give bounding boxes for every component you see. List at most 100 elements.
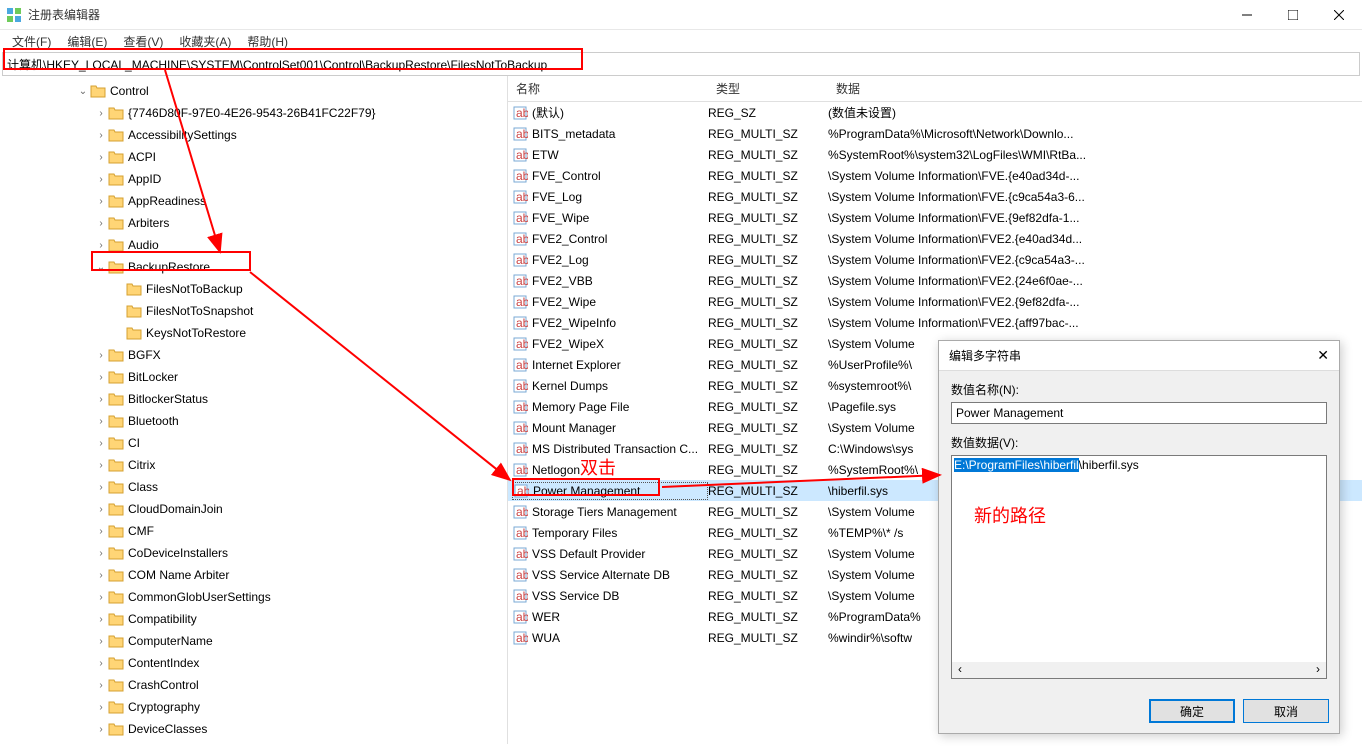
tree-node-label[interactable]: CommonGlobUserSettings	[128, 590, 271, 604]
tree-node-label[interactable]: COM Name Arbiter	[128, 568, 229, 582]
expander-icon[interactable]: ›	[94, 548, 108, 559]
close-icon[interactable]: ✕	[1317, 347, 1329, 364]
expander-icon[interactable]: ›	[94, 152, 108, 163]
value-name: VSS Service Alternate DB	[532, 568, 670, 582]
expander-icon[interactable]: ›	[94, 658, 108, 669]
expander-icon[interactable]: ›	[94, 724, 108, 735]
tree-node-label[interactable]: DeviceClasses	[128, 722, 207, 736]
tree-node-label[interactable]: Arbiters	[128, 216, 169, 230]
tree-pane[interactable]: ⌄ Control › {7746D80F-97E0-4E26-9543-26B4…	[0, 76, 508, 744]
tree-node-label[interactable]: FilesNotToBackup	[146, 282, 243, 296]
list-row[interactable]: abFVE_LogREG_MULTI_SZ\System Volume Info…	[508, 186, 1362, 207]
value-type: REG_MULTI_SZ	[708, 316, 828, 330]
expander-icon[interactable]: ›	[94, 438, 108, 449]
tree-node-label[interactable]: Class	[128, 480, 158, 494]
string-value-icon: ab	[512, 294, 528, 310]
value-type: REG_MULTI_SZ	[708, 568, 828, 582]
scroll-left-icon[interactable]: ‹	[952, 662, 968, 678]
expander-icon[interactable]: ›	[94, 680, 108, 691]
maximize-button[interactable]	[1270, 0, 1316, 30]
menu-help[interactable]: 帮助(H)	[239, 31, 296, 52]
tree-node-label[interactable]: BGFX	[128, 348, 161, 362]
close-button[interactable]	[1316, 0, 1362, 30]
expander-icon[interactable]: ›	[94, 108, 108, 119]
tree-node-label[interactable]: AppID	[128, 172, 161, 186]
column-data[interactable]: 数据	[828, 76, 1362, 101]
ok-button[interactable]: 确定	[1149, 699, 1235, 723]
tree-node-label[interactable]: CoDeviceInstallers	[128, 546, 228, 560]
tree-node-label[interactable]: ACPI	[128, 150, 156, 164]
expander-icon[interactable]: ›	[94, 240, 108, 251]
horizontal-scrollbar[interactable]: ‹ ›	[952, 662, 1326, 678]
tree-node-label[interactable]: {7746D80F-97E0-4E26-9543-26B41FC22F79}	[128, 106, 376, 120]
list-row[interactable]: ab(默认)REG_SZ(数值未设置)	[508, 102, 1362, 123]
tree-node-label[interactable]: AppReadiness	[128, 194, 206, 208]
list-row[interactable]: abBITS_metadataREG_MULTI_SZ%ProgramData%…	[508, 123, 1362, 144]
expander-icon[interactable]: ›	[94, 504, 108, 515]
tree-node-label[interactable]: Citrix	[128, 458, 155, 472]
list-row[interactable]: abFVE_WipeREG_MULTI_SZ\System Volume Inf…	[508, 207, 1362, 228]
folder-icon	[108, 260, 124, 274]
tree-node-label[interactable]: AccessibilitySettings	[128, 128, 237, 142]
expander-icon[interactable]: ⌄	[94, 262, 108, 273]
expander-icon[interactable]: ›	[94, 416, 108, 427]
expander-icon[interactable]: ›	[94, 218, 108, 229]
tree-node-label[interactable]: Compatibility	[128, 612, 197, 626]
value-data-field[interactable]: E:\ProgramFiles\hiberfil\hiberfil.sys ‹ …	[951, 455, 1327, 679]
svg-text:ab: ab	[516, 253, 528, 267]
expander-icon[interactable]: ›	[94, 174, 108, 185]
column-type[interactable]: 类型	[708, 76, 828, 101]
tree-node-label[interactable]: Bluetooth	[128, 414, 179, 428]
expander-icon[interactable]: ›	[94, 592, 108, 603]
list-row[interactable]: abFVE2_LogREG_MULTI_SZ\System Volume Inf…	[508, 249, 1362, 270]
expander-icon[interactable]: ›	[94, 394, 108, 405]
tree-node-label[interactable]: BitlockerStatus	[128, 392, 208, 406]
expander-icon[interactable]: ›	[94, 460, 108, 471]
expander-icon[interactable]: ›	[94, 702, 108, 713]
tree-node-label[interactable]: CloudDomainJoin	[128, 502, 223, 516]
expander-icon[interactable]: ›	[94, 526, 108, 537]
tree-node-label[interactable]: ContentIndex	[128, 656, 199, 670]
expander-icon[interactable]: ›	[94, 130, 108, 141]
expander-icon[interactable]: ›	[94, 570, 108, 581]
value-name-field[interactable]	[951, 402, 1327, 424]
dialog-titlebar[interactable]: 编辑多字符串 ✕	[939, 341, 1339, 371]
tree-node-label[interactable]: BackupRestore	[128, 260, 210, 274]
tree-node-label[interactable]: CrashControl	[128, 678, 199, 692]
list-row[interactable]: abFVE2_WipeInfoREG_MULTI_SZ\System Volum…	[508, 312, 1362, 333]
string-value-icon: ab	[512, 273, 528, 289]
address-bar[interactable]: 计算机\HKEY_LOCAL_MACHINE\SYSTEM\ControlSet…	[2, 52, 1360, 76]
expander-icon[interactable]: ›	[94, 350, 108, 361]
expander-icon[interactable]: ›	[94, 196, 108, 207]
scroll-right-icon[interactable]: ›	[1310, 662, 1326, 678]
expander-icon[interactable]: ›	[94, 636, 108, 647]
tree-node-label[interactable]: Audio	[128, 238, 159, 252]
tree-node-label[interactable]: CMF	[128, 524, 154, 538]
tree-node-label[interactable]: Cryptography	[128, 700, 200, 714]
column-name[interactable]: 名称	[508, 76, 708, 101]
svg-text:ab: ab	[516, 358, 528, 372]
list-row[interactable]: abFVE2_VBBREG_MULTI_SZ\System Volume Inf…	[508, 270, 1362, 291]
string-value-icon: ab	[512, 546, 528, 562]
tree-node-label[interactable]: KeysNotToRestore	[146, 326, 246, 340]
list-row[interactable]: abFVE2_ControlREG_MULTI_SZ\System Volume…	[508, 228, 1362, 249]
cancel-button[interactable]: 取消	[1243, 699, 1329, 723]
minimize-button[interactable]	[1224, 0, 1270, 30]
tree-node-label[interactable]: ComputerName	[128, 634, 213, 648]
expander-icon[interactable]: ⌄	[76, 86, 90, 97]
menu-view[interactable]: 查看(V)	[115, 31, 171, 52]
value-name: Power Management	[533, 484, 640, 498]
menu-edit[interactable]: 编辑(E)	[59, 31, 115, 52]
tree-node-label[interactable]: CI	[128, 436, 140, 450]
list-row[interactable]: abFVE2_WipeREG_MULTI_SZ\System Volume In…	[508, 291, 1362, 312]
list-row[interactable]: abFVE_ControlREG_MULTI_SZ\System Volume …	[508, 165, 1362, 186]
tree-node-label[interactable]: FilesNotToSnapshot	[146, 304, 253, 318]
menu-favorites[interactable]: 收藏夹(A)	[171, 31, 239, 52]
expander-icon[interactable]: ›	[94, 482, 108, 493]
expander-icon[interactable]: ›	[94, 614, 108, 625]
menu-file[interactable]: 文件(F)	[4, 31, 59, 52]
expander-icon[interactable]: ›	[94, 372, 108, 383]
tree-node-label[interactable]: BitLocker	[128, 370, 178, 384]
list-row[interactable]: abETWREG_MULTI_SZ%SystemRoot%\system32\L…	[508, 144, 1362, 165]
tree-node-label[interactable]: Control	[110, 84, 149, 98]
